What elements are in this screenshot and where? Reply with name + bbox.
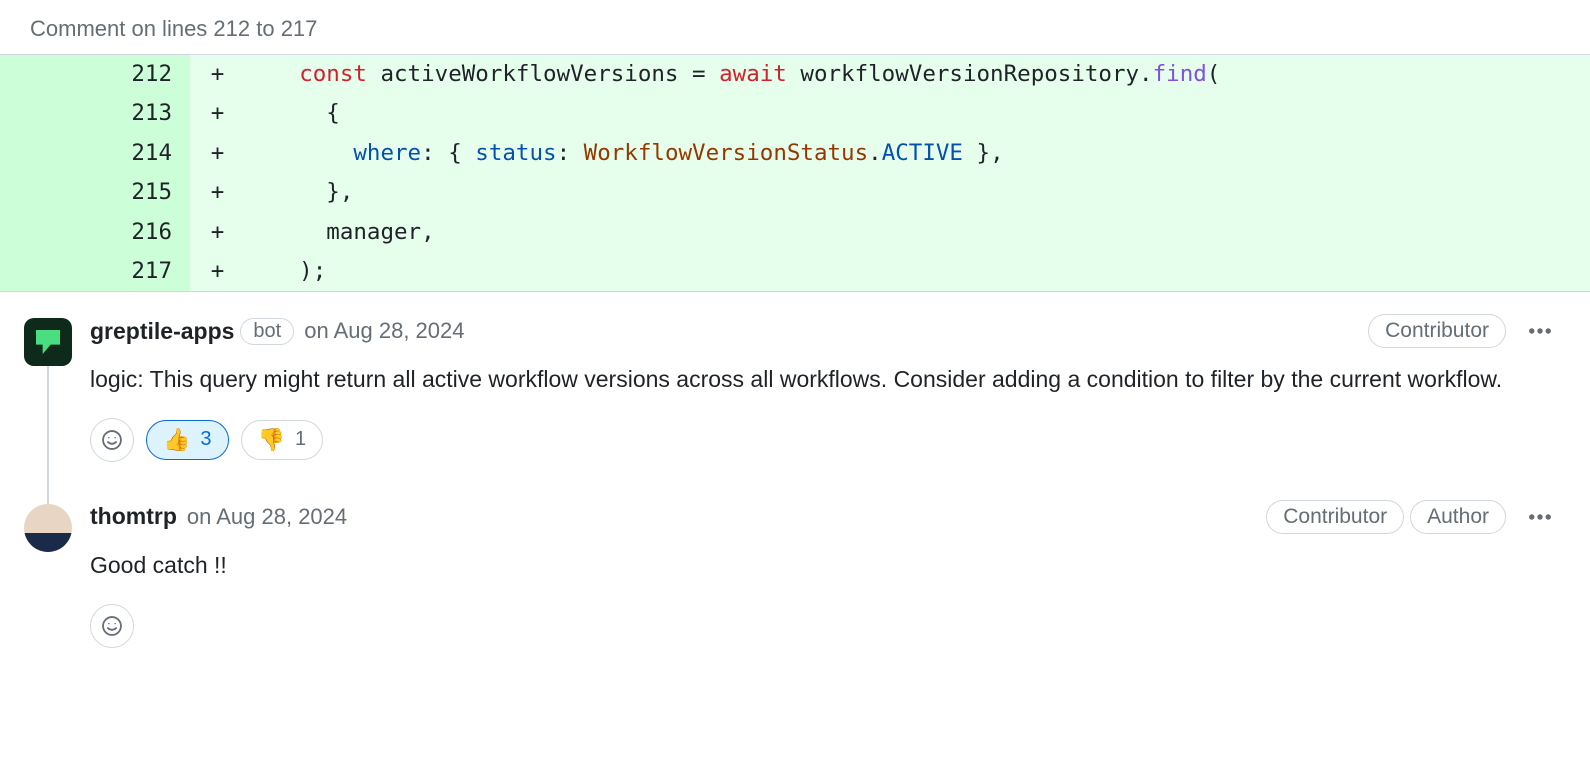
diff-marker: + xyxy=(190,173,245,212)
kebab-menu-icon[interactable] xyxy=(1520,505,1560,529)
role-badge: Contributor xyxy=(1266,500,1404,534)
role-badge: Author xyxy=(1410,500,1506,534)
diff-marker: + xyxy=(190,55,245,94)
code-line[interactable]: 212+ const activeWorkflowVersions = awai… xyxy=(0,55,1590,94)
reaction-emoji: 👍 xyxy=(163,427,190,453)
code-line[interactable]: 214+ where: { status: WorkflowVersionSta… xyxy=(0,134,1590,173)
code-content[interactable]: const activeWorkflowVersions = await wor… xyxy=(245,55,1590,94)
diff-marker: + xyxy=(190,94,245,133)
line-number[interactable]: 217 xyxy=(0,252,190,291)
code-line[interactable]: 217+ ); xyxy=(0,252,1590,291)
comment-item: greptile-appsbot on Aug 28, 2024 Contribut… xyxy=(0,292,1590,478)
code-line[interactable]: 216+ manager, xyxy=(0,213,1590,252)
comment-body-text: Good catch !! xyxy=(90,548,1560,584)
line-number[interactable]: 213 xyxy=(0,94,190,133)
role-badge: Contributor xyxy=(1368,314,1506,348)
line-range-header[interactable]: Comment on lines 212 to 217 xyxy=(0,0,1590,54)
line-number[interactable]: 214 xyxy=(0,134,190,173)
reaction-emoji: 👎 xyxy=(258,427,285,453)
reaction-pill[interactable]: 👎1 xyxy=(241,420,324,460)
code-content[interactable]: where: { status: WorkflowVersionStatus.A… xyxy=(245,134,1590,173)
bot-avatar[interactable] xyxy=(24,318,72,366)
code-line[interactable]: 213+ { xyxy=(0,94,1590,133)
code-line[interactable]: 215+ }, xyxy=(0,173,1590,212)
timestamp[interactable]: on Aug 28, 2024 xyxy=(187,504,347,530)
diff-marker: + xyxy=(190,134,245,173)
code-content[interactable]: }, xyxy=(245,173,1590,212)
bot-badge: bot xyxy=(240,318,294,345)
diff-marker: + xyxy=(190,213,245,252)
timestamp[interactable]: on Aug 28, 2024 xyxy=(304,318,464,344)
code-content[interactable]: ); xyxy=(245,252,1590,291)
author-link[interactable]: thomtrp xyxy=(90,503,177,530)
reactions-bar xyxy=(90,604,1560,648)
kebab-menu-icon[interactable] xyxy=(1520,319,1560,343)
diff-marker: + xyxy=(190,252,245,291)
reaction-count: 3 xyxy=(200,428,211,451)
add-reaction-button[interactable] xyxy=(90,418,134,462)
reaction-count: 1 xyxy=(295,428,306,451)
reactions-bar: 👍3👎1 xyxy=(90,418,1560,462)
comment-meta: thomtrp on Aug 28, 2024 ContributorAuthor xyxy=(90,500,1560,534)
line-number[interactable]: 215 xyxy=(0,173,190,212)
author-link[interactable]: greptile-apps xyxy=(90,318,234,345)
line-number[interactable]: 216 xyxy=(0,213,190,252)
code-content[interactable]: { xyxy=(245,94,1590,133)
diff-code-block: 212+ const activeWorkflowVersions = awai… xyxy=(0,54,1590,292)
line-number[interactable]: 212 xyxy=(0,55,190,94)
reaction-pill[interactable]: 👍3 xyxy=(146,420,229,460)
add-reaction-button[interactable] xyxy=(90,604,134,648)
comment-meta: greptile-appsbot on Aug 28, 2024 Contribut… xyxy=(90,314,1560,348)
comment-item: thomtrp on Aug 28, 2024 ContributorAuthor G… xyxy=(0,478,1590,664)
user-avatar[interactable] xyxy=(24,504,72,552)
code-content[interactable]: manager, xyxy=(245,213,1590,252)
comment-body-text: logic: This query might return all activ… xyxy=(90,362,1560,398)
